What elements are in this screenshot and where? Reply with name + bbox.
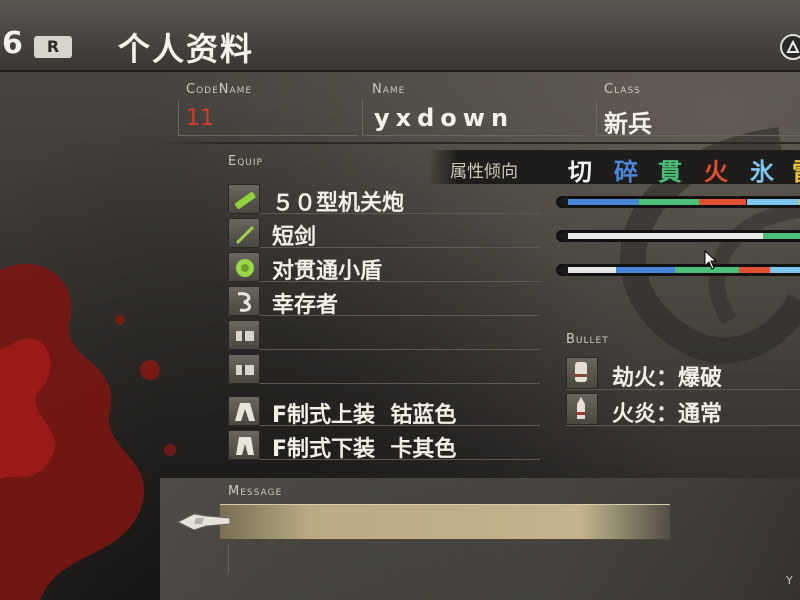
sword-icon [228, 218, 260, 248]
gauge-tip [556, 196, 568, 208]
empty-slot-icon [228, 320, 260, 350]
bullet-text: 火炎：通常 [612, 402, 723, 427]
empty-slot-icon [228, 354, 260, 384]
equip-row[interactable]: F制式下装 卡其色 [228, 428, 540, 462]
equip-row[interactable]: 幸存者 [228, 284, 540, 318]
r-button-icon[interactable]: R [34, 36, 72, 58]
equip-row[interactable]: F制式上装 钴蓝色 [228, 394, 540, 428]
corner-text: Y [786, 574, 793, 587]
bullet-explosive-icon [566, 357, 598, 389]
gauge-segment [746, 199, 799, 205]
gauge-segment [568, 233, 764, 239]
equip-name: F制式上装 钴蓝色 [272, 403, 457, 428]
mouse-cursor-icon [704, 250, 718, 270]
header-bar: 6 R 个人资料 [0, 0, 800, 72]
name-value: yxdown [374, 104, 515, 132]
bullet-row[interactable]: 劫火：爆破 [566, 356, 800, 391]
message-input[interactable] [220, 504, 670, 540]
bullet-text: 劫火：爆破 [612, 366, 723, 391]
gauge-segment [739, 267, 771, 273]
equip-row[interactable]: 对贯通小盾 [228, 250, 540, 284]
bullet-normal-icon [566, 393, 598, 425]
armor-bottom-icon [228, 430, 260, 460]
gauge-segment [568, 267, 616, 273]
gauge-segment [639, 199, 699, 205]
class-value: 新兵 [604, 110, 652, 138]
attribute-label: 属性倾向 [450, 162, 518, 182]
equip-label: Equip [228, 154, 263, 169]
attribute-gauge [556, 196, 800, 208]
message-label: Message [228, 484, 283, 499]
message-divider [228, 544, 229, 574]
equip-row[interactable] [228, 318, 540, 350]
survivor-skill-icon [228, 286, 260, 316]
gauge-segment [568, 199, 640, 205]
gauge-segment [698, 199, 747, 205]
armor-top-icon [228, 396, 260, 426]
gauge-segment [763, 233, 800, 239]
shield-icon [228, 252, 260, 282]
section-divider [160, 142, 800, 144]
equip-name: F制式下装 卡其色 [272, 437, 457, 462]
equip-name: ５０型机关炮 [272, 191, 405, 216]
attribute-gauge [556, 264, 800, 276]
gauge-tip [556, 230, 568, 242]
attr-type-fire: 火 [704, 158, 728, 186]
attribute-header: 属性倾向 切 碎 貫 火 氷 雷 [428, 150, 800, 187]
equip-name: 对贯通小盾 [272, 259, 383, 284]
equip-row[interactable]: 短剑 [228, 216, 540, 250]
gauge-segment [770, 267, 800, 273]
equip-name: 短剑 [272, 225, 317, 250]
message-blade-icon [176, 513, 231, 531]
gauge-segment [615, 267, 676, 273]
attribute-gauge [556, 230, 800, 242]
codename-label: CodeName [186, 82, 253, 97]
equip-name: 幸存者 [272, 293, 339, 318]
gauge-tip [556, 264, 568, 276]
triangle-button-icon[interactable] [780, 34, 800, 60]
bullet-label: Bullet [566, 332, 609, 347]
bullet-row[interactable]: 火炎：通常 [566, 392, 800, 427]
attr-type-thunder: 雷 [792, 152, 800, 187]
class-label: Class [604, 82, 641, 97]
equip-row[interactable]: ５０型机关炮 [228, 182, 540, 216]
attr-type-crush: 碎 [614, 158, 638, 186]
equip-row[interactable] [228, 352, 540, 384]
machine-gun-icon [228, 184, 260, 214]
page-number: 6 [2, 26, 23, 61]
codename-value: 11 [186, 106, 214, 131]
name-label: Name [372, 82, 406, 97]
attr-type-pierce: 貫 [658, 158, 682, 186]
attr-type-cut: 切 [568, 158, 592, 186]
page-title: 个人资料 [118, 30, 255, 68]
attr-type-ice: 氷 [750, 158, 774, 186]
